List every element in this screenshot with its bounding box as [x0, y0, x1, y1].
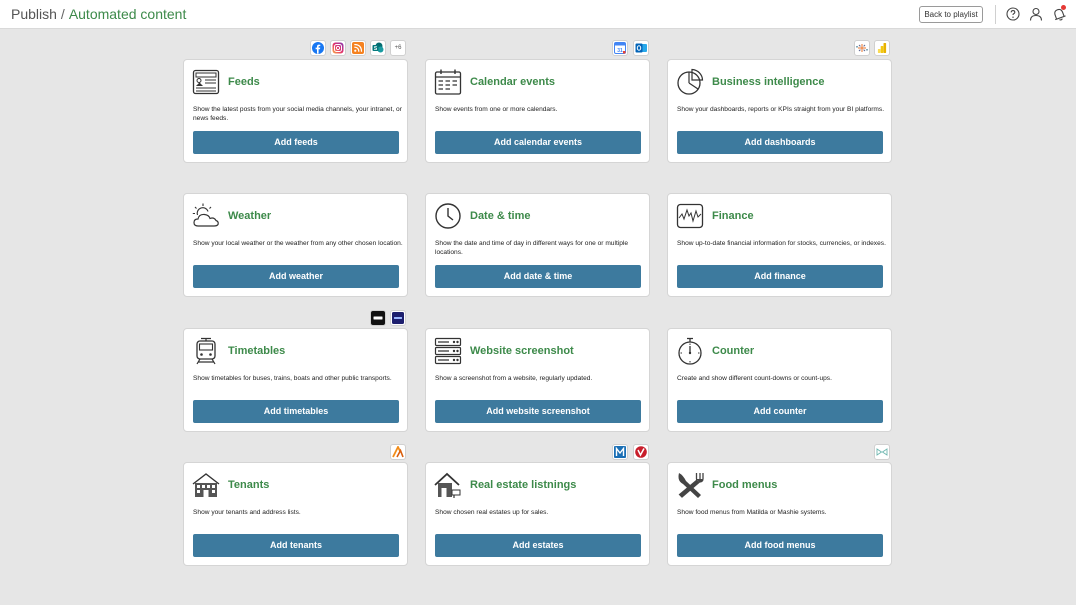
card-title: Feeds — [228, 76, 260, 88]
timetables-card: Timetables Show timetables for buses, tr… — [183, 328, 408, 432]
card-description: Show your dashboards, reports or KPIs st… — [677, 106, 885, 113]
breadcrumb-current: Automated content — [68, 6, 187, 22]
clock-icon — [435, 203, 461, 229]
card-title: Weather — [228, 210, 272, 222]
add-tenants-button[interactable]: Add tenants — [193, 534, 399, 557]
food-menus-card: Food menus Show food menus from Matilda … — [667, 462, 892, 566]
add-website-screenshot-button[interactable]: Add website screenshot — [435, 400, 641, 423]
sharepoint-icon: S — [370, 40, 386, 56]
card-description: Show your local weather or the weather f… — [193, 240, 403, 247]
card-title: Date & time — [470, 210, 531, 222]
card-description: Create and show different count-downs or… — [677, 375, 832, 382]
weather-card: Weather Show your local weather or the w… — [183, 193, 408, 297]
add-food-menus-button[interactable]: Add food menus — [677, 534, 883, 557]
card-description: Show up-to-date financial information fo… — [677, 240, 886, 247]
tenants-card: Tenants Show your tenants and address li… — [183, 462, 408, 566]
breadcrumb-separator: / — [60, 6, 65, 22]
instagram-icon — [330, 40, 346, 56]
building-icon — [192, 473, 220, 497]
card-title: Business intelligence — [712, 76, 825, 88]
finance-card: Finance Show up-to-date financial inform… — [667, 193, 892, 297]
feeds-icon — [192, 69, 220, 95]
add-dashboards-button[interactable]: Add dashboards — [677, 131, 883, 154]
more-sources-badge: +6 — [390, 40, 406, 56]
breadcrumb: Publish / Automated content — [11, 6, 186, 22]
server-icon — [434, 337, 462, 365]
card-title: Timetables — [228, 345, 286, 357]
transit-provider-1-icon — [370, 310, 386, 326]
fork-knife-icon — [678, 473, 704, 498]
add-weather-button[interactable]: Add weather — [193, 265, 399, 288]
add-counter-button[interactable]: Add counter — [677, 400, 883, 423]
facebook-icon — [310, 40, 326, 56]
calendar-icon — [434, 69, 462, 95]
header-divider — [995, 5, 996, 24]
card-description: Show timetables for buses, trains, boats… — [193, 375, 392, 382]
card-description: Show chosen real estates up for sales. — [435, 509, 549, 516]
power-bi-icon — [874, 40, 890, 56]
card-description: Show food menus from Matilda or Mashie s… — [677, 509, 827, 516]
tenant-provider-icon — [390, 444, 406, 460]
card-title: Counter — [712, 345, 755, 357]
house-icon — [434, 472, 461, 498]
rss-icon — [350, 40, 366, 56]
weather-icon — [192, 203, 219, 227]
card-title: Calendar events — [470, 76, 555, 88]
transit-provider-2-icon — [390, 310, 406, 326]
card-title: Website screenshot — [470, 345, 574, 357]
finance-chart-icon — [676, 203, 704, 229]
help-icon[interactable] — [1006, 7, 1020, 21]
back-to-playlist-button[interactable]: Back to playlist — [919, 6, 983, 23]
notification-dot — [1061, 5, 1066, 10]
outlook-icon — [633, 40, 649, 56]
add-finance-button[interactable]: Add finance — [677, 265, 883, 288]
calendar-events-card: Calendar events Show events from one or … — [425, 59, 650, 163]
card-title: Food menus — [712, 479, 778, 491]
add-date-time-button[interactable]: Add date & time — [435, 265, 641, 288]
add-calendar-events-button[interactable]: Add calendar events — [435, 131, 641, 154]
card-title: Finance — [712, 210, 754, 222]
card-description: Show events from one or more calendars. — [435, 106, 558, 113]
svg-text:31: 31 — [617, 48, 623, 54]
stopwatch-icon — [678, 337, 702, 365]
pie-chart-icon — [677, 68, 704, 95]
real-estate-provider-m-icon — [612, 444, 628, 460]
card-description: Show your tenants and address lists. — [193, 509, 301, 516]
real-estate-provider-v-icon — [633, 444, 649, 460]
card-description: Show the date and time of day in differe… — [435, 240, 629, 256]
business-intelligence-card: Business intelligence Show your dashboar… — [667, 59, 892, 163]
tableau-icon — [854, 40, 870, 56]
add-timetables-button[interactable]: Add timetables — [193, 400, 399, 423]
date-time-card: Date & time Show the date and time of da… — [425, 193, 650, 297]
card-title: Real estate listnings — [470, 479, 577, 491]
counter-card: Counter Create and show different count-… — [667, 328, 892, 432]
train-icon — [196, 337, 216, 365]
add-feeds-button[interactable]: Add feeds — [193, 131, 399, 154]
add-estates-button[interactable]: Add estates — [435, 534, 641, 557]
real-estate-card: Real estate listnings Show chosen real e… — [425, 462, 650, 566]
food-menu-provider-icon — [874, 444, 890, 460]
user-icon[interactable] — [1029, 7, 1043, 21]
top-bar: Publish / Automated content Back to playli… — [0, 0, 1076, 29]
card-description: Show the latest posts from your social m… — [193, 106, 402, 122]
breadcrumb-root[interactable]: Publish — [11, 6, 57, 22]
google-calendar-icon: 31 — [612, 40, 628, 56]
website-screenshot-card: Website screenshot Show a screenshot fro… — [425, 328, 650, 432]
card-description: Show a screenshot from a website, regula… — [435, 375, 593, 382]
card-title: Tenants — [228, 479, 270, 491]
feeds-card: Feeds Show the latest posts from your so… — [183, 59, 408, 163]
